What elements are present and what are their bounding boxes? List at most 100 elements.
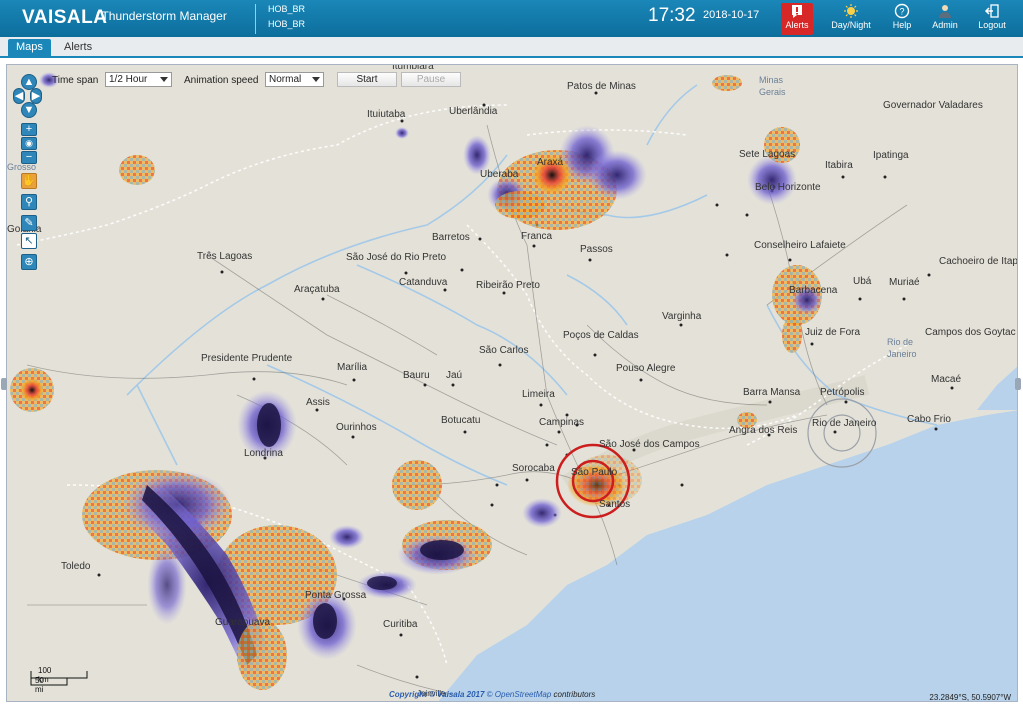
city-label: Franca xyxy=(521,231,553,242)
product-name: / Thunderstorm Manager xyxy=(95,9,227,23)
station-name: HOB_BR xyxy=(268,19,306,29)
city-label: Governador Valadares xyxy=(883,100,983,111)
chevron-down-icon xyxy=(160,77,168,82)
city-label: Macaé xyxy=(931,374,962,385)
vaisala-link[interactable]: Vaisala 2017 xyxy=(437,690,484,699)
region-label: Minas xyxy=(759,75,784,85)
city-label: Belo Horizonte xyxy=(755,182,821,193)
magnifier-icon[interactable]: ⚲ xyxy=(21,194,37,210)
logout-button[interactable]: Logout xyxy=(975,3,1009,35)
city-label: Rio de Janeiro xyxy=(812,418,877,429)
city-label: Ubá xyxy=(853,276,872,287)
alerts-button[interactable]: Alerts xyxy=(781,3,813,35)
current-date: 2018-10-17 xyxy=(703,9,760,21)
city-label: Limeira xyxy=(522,389,555,400)
city-label: Ipatinga xyxy=(873,150,909,161)
hand-icon[interactable]: ✋ xyxy=(21,173,37,189)
current-time: 17:32 xyxy=(648,5,696,26)
logout-label: Logout xyxy=(978,20,1006,30)
time-span-label: Time span xyxy=(52,75,99,86)
region-label: Rio de xyxy=(887,337,914,347)
svg-text:?: ? xyxy=(899,7,904,17)
region-label: Janeiro xyxy=(887,349,917,359)
city-label: Londrina xyxy=(244,448,283,459)
help-icon: ? xyxy=(894,3,910,19)
city-label: Itumbiara xyxy=(392,64,434,72)
city-label: Assis xyxy=(306,397,330,408)
city-label: Catanduva xyxy=(399,277,448,288)
city-label: Pouso Alegre xyxy=(616,363,676,374)
city-label: Cabo Frio xyxy=(907,414,951,425)
city-label: Guarapuava xyxy=(215,617,271,628)
collapse-right-handle[interactable] xyxy=(1015,378,1021,390)
pan-down-icon[interactable]: ▼ xyxy=(21,102,37,118)
ruler-icon[interactable]: ✎ xyxy=(21,215,37,231)
city-label: Juiz de Fora xyxy=(805,327,861,338)
time-span-value: 1/2 Hour xyxy=(109,74,148,85)
station-name: HOB_BR xyxy=(268,4,306,14)
copyright-prefix: Copyright © xyxy=(389,690,435,699)
city-label: Passos xyxy=(580,244,613,255)
select-arrow-icon[interactable]: ↖ xyxy=(21,233,37,249)
city-label: Barretos xyxy=(432,232,470,243)
city-label: Santos xyxy=(599,499,631,510)
city-label: Bauru xyxy=(403,370,430,381)
alert-icon xyxy=(792,5,802,18)
city-label: São Paulo xyxy=(571,467,618,478)
collapse-left-handle[interactable] xyxy=(1,378,7,390)
city-label: Varginha xyxy=(662,311,702,322)
city-label: São José do Rio Preto xyxy=(346,252,447,263)
city-label: Ribeirão Preto xyxy=(476,280,540,291)
admin-label: Admin xyxy=(932,20,958,30)
city-label: Araxá xyxy=(537,157,564,168)
city-label: Sorocaba xyxy=(512,463,555,474)
zoom-out-icon[interactable]: − xyxy=(21,151,37,164)
city-label: Campos dos Goytac xyxy=(925,327,1016,338)
animation-speed-select[interactable]: Normal xyxy=(265,72,324,87)
city-label: Curitiba xyxy=(383,619,418,630)
city-label: Conselheiro Lafaiete xyxy=(754,240,846,251)
city-label: Toledo xyxy=(61,561,91,572)
city-label: Itabira xyxy=(825,160,853,171)
city-label: Ponta Grossa xyxy=(305,590,367,601)
alerts-label: Alerts xyxy=(785,20,809,30)
zoom-box-icon[interactable]: ⊕ xyxy=(21,254,37,270)
city-label: Jaú xyxy=(446,370,463,381)
zoom-in-icon[interactable]: + xyxy=(21,123,37,136)
osm-link[interactable]: © OpenStreetMap xyxy=(487,690,552,699)
city-label: Araçatuba xyxy=(294,284,340,295)
cursor-coordinates: 23.2849°S, 50.5907°W xyxy=(929,693,1011,702)
city-label: Angra dos Reis xyxy=(729,425,798,436)
day-night-button[interactable]: Day/Night xyxy=(829,3,873,35)
animation-speed-value: Normal xyxy=(269,74,302,85)
tab-maps[interactable]: Maps xyxy=(8,39,51,58)
chevron-down-icon xyxy=(312,77,320,82)
lightning-map[interactable]: Patos de Minas Minas Gerais Governador V… xyxy=(6,64,1018,702)
pan-left-icon[interactable]: ◀ xyxy=(13,88,25,104)
time-span-select[interactable]: 1/2 Hour xyxy=(105,72,172,87)
start-button[interactable]: Start xyxy=(337,72,397,87)
city-label: Presidente Prudente xyxy=(201,353,293,364)
admin-button[interactable]: Admin xyxy=(929,3,961,35)
help-button[interactable]: ? Help xyxy=(889,3,915,35)
pause-button[interactable]: Pause xyxy=(401,72,461,87)
city-label: Três Lagoas xyxy=(197,251,253,262)
globe-icon[interactable]: ◉ xyxy=(21,137,37,150)
contributors-text: contributors xyxy=(553,690,596,699)
help-label: Help xyxy=(892,20,912,30)
day-night-icon xyxy=(844,4,858,18)
logout-icon xyxy=(984,4,999,18)
day-night-label: Day/Night xyxy=(831,20,871,30)
city-label: Muriaé xyxy=(889,277,920,288)
city-label: Uberaba xyxy=(480,169,519,180)
tab-alerts[interactable]: Alerts xyxy=(56,39,100,58)
city-label: Sete Lagoas xyxy=(739,149,796,160)
region-label: Gerais xyxy=(759,87,786,97)
city-label: Cachoeiro de Itap xyxy=(939,256,1018,267)
city-label: São Carlos xyxy=(479,345,529,356)
header-divider xyxy=(255,4,256,34)
city-label: Campinas xyxy=(539,417,585,428)
tab-bar: Maps Alerts xyxy=(0,37,1023,58)
city-label: Ourinhos xyxy=(336,422,377,433)
city-label: Patos de Minas xyxy=(567,81,636,92)
